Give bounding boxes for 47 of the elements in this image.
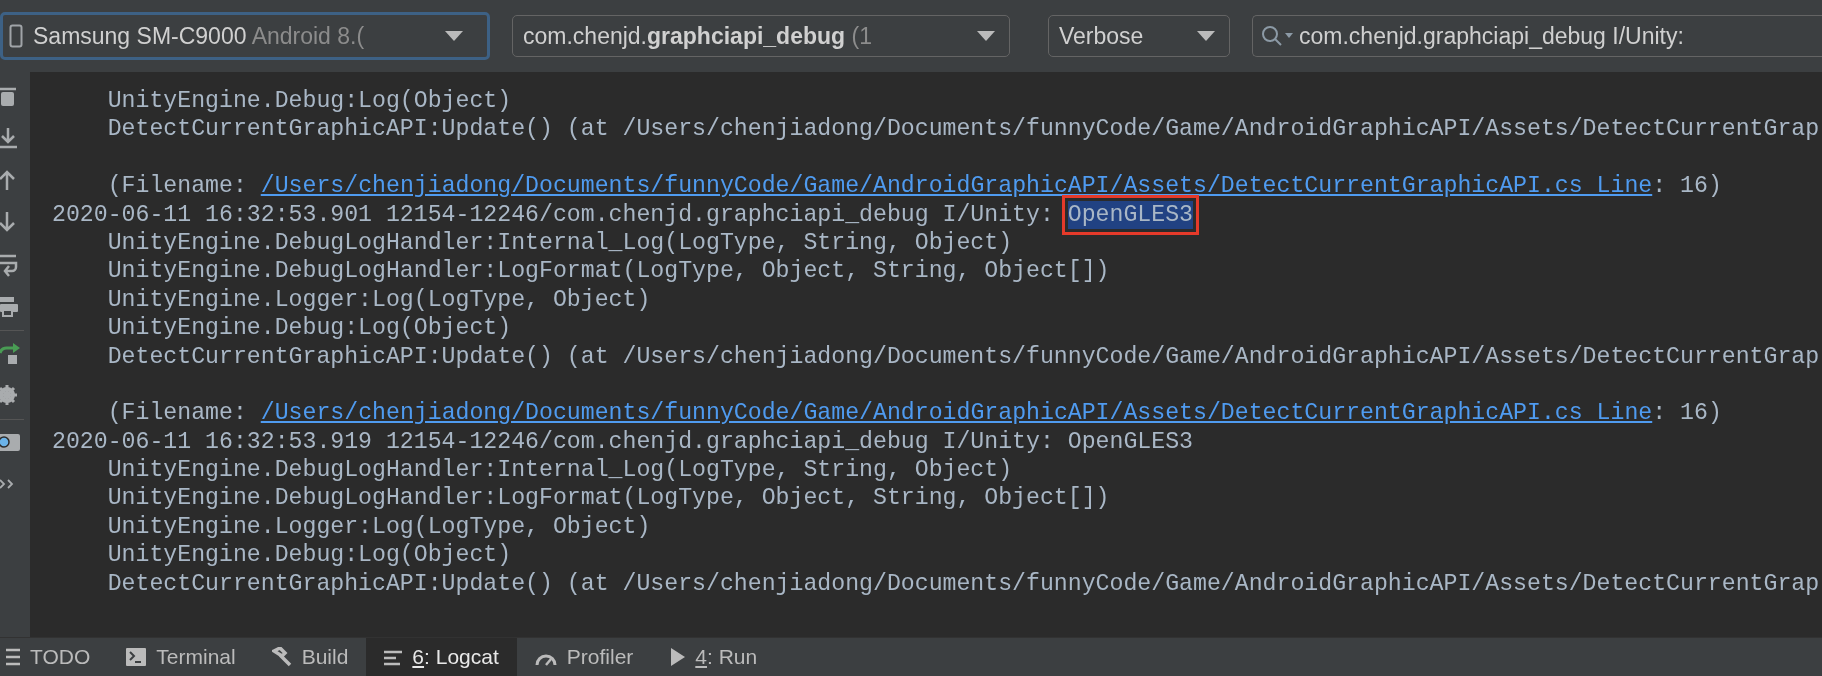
- log-message: OpenGLES3: [1067, 427, 1193, 457]
- wrap-icon[interactable]: [0, 254, 20, 276]
- tool-window-tab[interactable]: Profiler: [516, 638, 652, 676]
- log-level-dropdown[interactable]: Verbose: [1048, 15, 1230, 57]
- log-text: (Filename:: [106, 399, 248, 428]
- file-link[interactable]: /Users/chenjiadong/Documents/funnyCode/Game/AndroidGraphicAPI/Assets/DetectCurrentGraphicAPI.cs Line: [260, 399, 1653, 428]
- tool-window-tab[interactable]: 6: Logcat: [366, 638, 517, 676]
- caret-icon: [977, 31, 995, 41]
- search-field[interactable]: com.chenjd.graphciapi_debug I/Unity:: [1252, 15, 1822, 57]
- hammer-icon: [271, 647, 292, 667]
- log-line: UnityEngine.Debug:Log(Object): [106, 541, 512, 570]
- log-line: UnityEngine.DebugLogHandler:LogFormat(LogType, Object, String, Object[]): [106, 484, 1110, 513]
- log-text: : 16): [1652, 399, 1722, 428]
- phone-icon: [9, 24, 23, 48]
- tool-window-tab[interactable]: Terminal: [108, 638, 254, 676]
- tool-window-tab[interactable]: TODO: [0, 638, 109, 676]
- camera-icon[interactable]: [0, 432, 20, 454]
- log-line: UnityEngine.DebugLogHandler:Internal_Log(LogType, String, Object): [106, 228, 1013, 258]
- log-line: UnityEngine.Logger:Log(LogType, Object): [106, 512, 651, 542]
- search-icon: [1261, 25, 1295, 47]
- log-entry-header: 2020-06-11 16:32:53.901 12154-12246/com.chenjd.graphciapi_debug I/Unity:: [52, 200, 1055, 229]
- caret-icon: [1197, 31, 1215, 41]
- log-line: UnityEngine.Debug:Log(Object): [106, 314, 512, 343]
- process-dropdown[interactable]: com.chenjd.graphciapi_debug (1: [512, 15, 1010, 57]
- log-line: DetectCurrentGraphicAPI:Update() (at /Users/chenjiadong/Documents/funnyCode/Game/AndroidGraphicAPI/Assets/DetectCurrentGrap: [106, 115, 1820, 144]
- file-link[interactable]: /Users/chenjiadong/Documents/funnyCode/Game/AndroidGraphicAPI/Assets/DetectCurrentGraphicAPI.cs Line: [260, 172, 1653, 201]
- tool-window-tab[interactable]: 4: Run: [651, 638, 776, 676]
- printer-icon[interactable]: [0, 296, 20, 318]
- list-icon: [6, 648, 20, 666]
- gear-icon[interactable]: [0, 385, 20, 407]
- log-text: : 16): [1652, 172, 1722, 201]
- log-line: DetectCurrentGraphicAPI:Update() (at /Users/chenjiadong/Documents/funnyCode/Game/AndroidGraphicAPI/Assets/DetectCurrentGrap: [106, 569, 1820, 599]
- terminal-icon: [126, 648, 147, 666]
- device-dropdown[interactable]: Samsung SM-C9000 Android 8.(: [0, 12, 490, 60]
- log-entry-header: 2020-06-11 16:32:53.919 12154-12246/com.chenjd.graphciapi_debug I/Unity:: [52, 427, 1055, 457]
- lines-icon: [384, 648, 403, 666]
- log-line: UnityEngine.DebugLogHandler:Internal_Log(LogType, String, Object): [106, 456, 1013, 485]
- log-line: UnityEngine.Logger:Log(LogType, Object): [106, 285, 651, 315]
- tool-window-tab[interactable]: Build: [253, 638, 367, 676]
- log-text: (Filename:: [106, 172, 248, 201]
- log-line: UnityEngine.Debug:Log(Object): [106, 87, 512, 116]
- play-icon: [669, 647, 686, 667]
- log-line: UnityEngine.DebugLogHandler:LogFormat(LogType, Object, String, Object[]): [106, 257, 1110, 286]
- restart-icon[interactable]: [0, 343, 20, 365]
- log-line: DetectCurrentGraphicAPI:Update() (at /Users/chenjiadong/Documents/funnyCode/Game/AndroidGraphicAPI/Assets/DetectCurrentGrap: [106, 342, 1820, 371]
- caret-icon: [445, 31, 463, 41]
- scroll-to-end-icon[interactable]: [0, 128, 20, 150]
